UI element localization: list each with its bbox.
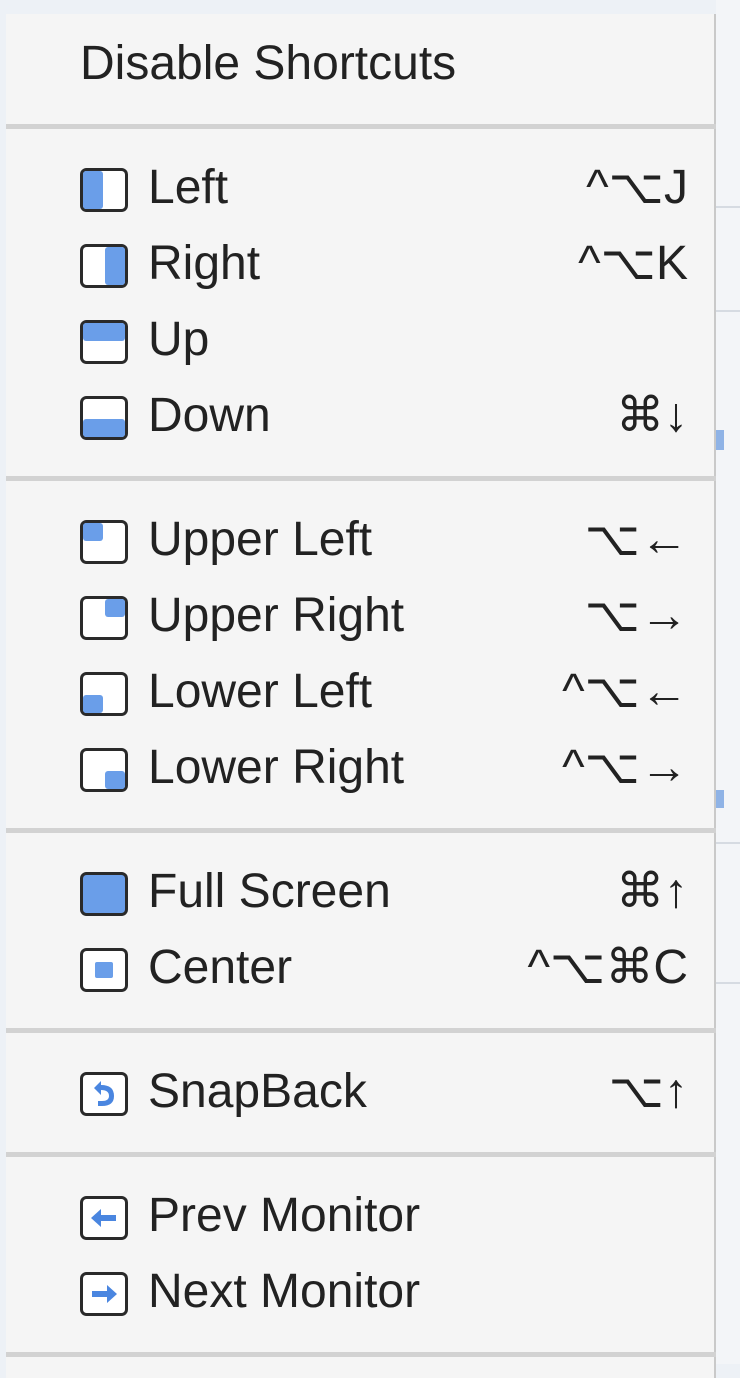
menu-separator xyxy=(6,1028,716,1033)
menu-item-lower-right[interactable]: Lower Right ^⌥→ xyxy=(6,730,714,806)
half-bottom-icon xyxy=(80,396,128,440)
keyboard-shortcut: ^⌥⌘C xyxy=(527,941,689,994)
background-divider xyxy=(716,310,740,312)
menu-item-label: Center xyxy=(148,941,293,994)
keyboard-shortcut: ⌥← xyxy=(584,513,688,566)
quarter-upper-right-icon xyxy=(80,596,128,640)
menu-item-upper-left[interactable]: Upper Left ⌥← xyxy=(6,502,714,578)
menu-item-left[interactable]: Left ^⌥J xyxy=(6,150,714,226)
snapback-icon xyxy=(80,1072,128,1116)
center-icon xyxy=(80,948,128,992)
keyboard-shortcut: ⌘↓ xyxy=(616,389,688,442)
next-monitor-icon xyxy=(80,1272,128,1316)
quarter-upper-left-icon xyxy=(80,520,128,564)
keyboard-shortcut: ^⌥J xyxy=(586,161,688,214)
menu-item-next-monitor[interactable]: Next Monitor xyxy=(6,1254,714,1330)
menu-item-full-screen[interactable]: Full Screen ⌘↑ xyxy=(6,854,714,930)
menu-separator xyxy=(6,124,716,129)
menu-item-disable-shortcuts[interactable]: Disable Shortcuts xyxy=(6,26,714,102)
menu-item-down[interactable]: Down ⌘↓ xyxy=(6,378,714,454)
menu-item-center[interactable]: Center ^⌥⌘C xyxy=(6,930,714,1006)
background-accent xyxy=(716,790,724,808)
full-screen-icon xyxy=(80,872,128,916)
menu-separator xyxy=(6,476,716,481)
menu-item-label: Left xyxy=(148,161,229,214)
menu-item-snapback[interactable]: SnapBack ⌥↑ xyxy=(6,1054,714,1130)
quarter-lower-right-icon xyxy=(80,748,128,792)
background-window-edge xyxy=(716,0,740,1364)
menu-item-label: Down xyxy=(148,389,271,442)
menu-item-label: Full Screen xyxy=(148,865,391,918)
menu-item-label: Upper Left xyxy=(148,513,373,566)
background-accent xyxy=(716,430,724,450)
prev-monitor-icon xyxy=(80,1196,128,1240)
menu-item-up[interactable]: Up xyxy=(6,302,714,378)
menu-item-upper-right[interactable]: Upper Right ⌥→ xyxy=(6,578,714,654)
menu-item-label: Prev Monitor xyxy=(148,1189,421,1242)
keyboard-shortcut: ⌘↑ xyxy=(616,865,688,918)
keyboard-shortcut: ^⌥K xyxy=(578,237,688,290)
menu-item-label: Disable Shortcuts xyxy=(80,37,457,90)
background-divider xyxy=(716,842,740,844)
menu-item-label: Upper Right xyxy=(148,589,405,642)
keyboard-shortcut: ⌥↑ xyxy=(608,1065,688,1118)
menu-item-label: Up xyxy=(148,313,210,366)
half-left-icon xyxy=(80,168,128,212)
half-top-icon xyxy=(80,320,128,364)
menu-item-lower-left[interactable]: Lower Left ^⌥← xyxy=(6,654,714,730)
menu-separator xyxy=(6,828,716,833)
background-divider xyxy=(716,206,740,208)
menu-item-label: Next Monitor xyxy=(148,1265,421,1318)
keyboard-shortcut: ^⌥→ xyxy=(562,741,688,794)
menu-item-label: SnapBack xyxy=(148,1065,367,1118)
half-right-icon xyxy=(80,244,128,288)
menu-item-label: Lower Left xyxy=(148,665,373,718)
keyboard-shortcut: ⌥→ xyxy=(584,589,688,642)
context-menu: Disable Shortcuts Left ^⌥J Right ^⌥K Up … xyxy=(6,14,716,1378)
menu-item-prev-monitor[interactable]: Prev Monitor xyxy=(6,1178,714,1254)
menu-item-right[interactable]: Right ^⌥K xyxy=(6,226,714,302)
keyboard-shortcut: ^⌥← xyxy=(562,665,688,718)
menu-separator xyxy=(6,1152,716,1157)
menu-item-label: Lower Right xyxy=(148,741,405,794)
menu-separator xyxy=(6,1352,716,1357)
quarter-lower-left-icon xyxy=(80,672,128,716)
background-divider xyxy=(716,982,740,984)
menu-item-label: Right xyxy=(148,237,261,290)
